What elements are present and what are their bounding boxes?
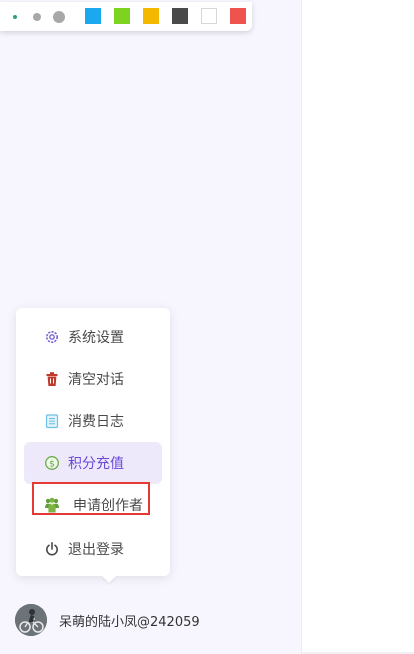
color-swatch-dark-gray[interactable] bbox=[172, 8, 188, 24]
drawing-toolbar bbox=[0, 2, 252, 31]
user-profile[interactable]: 呆萌的陆小凤@242059 bbox=[15, 604, 200, 636]
gear-icon bbox=[44, 329, 60, 345]
sidebar-divider bbox=[301, 0, 302, 654]
color-swatch-white[interactable] bbox=[201, 8, 217, 24]
power-icon bbox=[44, 541, 60, 557]
menu-item-label: 清空对话 bbox=[68, 372, 124, 388]
creator-icon bbox=[44, 497, 60, 513]
coin-icon: $ bbox=[44, 455, 60, 471]
menu-item-recharge[interactable]: $ 积分充值 bbox=[24, 442, 162, 484]
username: 呆萌的陆小凤@242059 bbox=[59, 614, 200, 630]
menu-item-logout[interactable]: 退出登录 bbox=[24, 528, 162, 570]
avatar[interactable] bbox=[15, 604, 47, 636]
brush-size-small[interactable] bbox=[13, 15, 17, 19]
brush-size-medium[interactable] bbox=[33, 13, 41, 21]
menu-item-clear-chat[interactable]: 清空对话 bbox=[24, 358, 162, 400]
menu-item-label: 积分充值 bbox=[68, 456, 124, 472]
color-swatch-blue[interactable] bbox=[85, 8, 101, 24]
menu-item-label: 消费日志 bbox=[68, 414, 124, 430]
color-swatch-red[interactable] bbox=[230, 8, 246, 24]
menu-item-label: 退出登录 bbox=[68, 542, 124, 558]
color-swatch-green[interactable] bbox=[114, 8, 130, 24]
user-menu: 系统设置 清空对话 消费日志 $ 积分充值 申请创作者 退出登录 bbox=[16, 308, 170, 576]
svg-text:$: $ bbox=[49, 459, 55, 469]
color-swatch-yellow[interactable] bbox=[143, 8, 159, 24]
menu-item-apply-creator[interactable]: 申请创作者 bbox=[24, 482, 162, 526]
menu-item-label: 系统设置 bbox=[68, 330, 124, 346]
trash-icon bbox=[44, 371, 60, 387]
log-icon bbox=[44, 413, 60, 429]
menu-item-label: 申请创作者 bbox=[73, 498, 143, 514]
brush-size-large[interactable] bbox=[53, 11, 65, 23]
menu-item-consumption-log[interactable]: 消费日志 bbox=[24, 400, 162, 442]
menu-item-settings[interactable]: 系统设置 bbox=[24, 316, 162, 358]
menu-arrow bbox=[102, 576, 116, 583]
